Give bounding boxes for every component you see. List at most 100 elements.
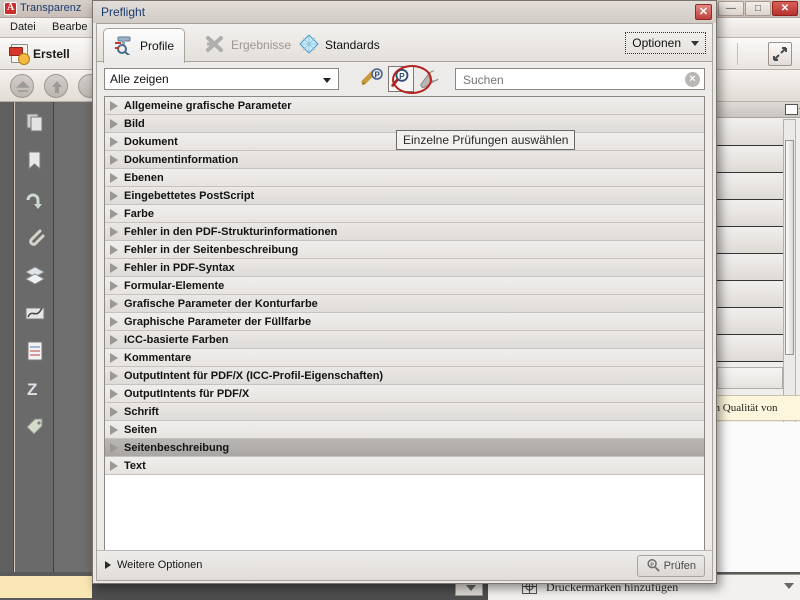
list-item[interactable]: [717, 308, 783, 335]
svg-text:P: P: [375, 71, 381, 80]
expand-triangle-icon[interactable]: [110, 137, 118, 147]
list-item[interactable]: [717, 254, 783, 281]
profile-list-row[interactable]: Text: [105, 457, 704, 475]
expand-triangle-icon[interactable]: [110, 317, 118, 327]
dialog-title-bar[interactable]: Preflight ✕: [93, 1, 716, 23]
close-glyph: ✕: [773, 3, 797, 15]
more-options-toggle[interactable]: Weitere Optionen: [105, 559, 202, 571]
tab-standards[interactable]: Standards: [289, 28, 390, 62]
profile-wrench-magnifier-icon: [114, 35, 134, 58]
previous-page-button[interactable]: [44, 74, 68, 98]
profile-list-row-label: ICC-basierte Farben: [124, 334, 229, 346]
list-item-extra[interactable]: [717, 367, 783, 389]
options-button-label: Optionen: [632, 36, 681, 50]
scrollbar-thumb[interactable]: [785, 140, 794, 355]
profile-list-row-label: Formular-Elemente: [124, 280, 224, 292]
list-item[interactable]: [717, 119, 783, 146]
profile-list-row[interactable]: Fehler in den PDF-Strukturinformationen: [105, 223, 704, 241]
search-box[interactable]: ×: [455, 68, 705, 90]
expand-triangle-icon[interactable]: [110, 407, 118, 417]
expand-triangle-icon[interactable]: [110, 371, 118, 381]
expand-triangle-icon[interactable]: [110, 461, 118, 471]
profile-list-row[interactable]: Schrift: [105, 403, 704, 421]
profile-list-row[interactable]: ICC-basierte Farben: [105, 331, 704, 349]
expand-triangle-icon[interactable]: [110, 443, 118, 453]
undo-arrow-icon[interactable]: [24, 188, 46, 210]
clear-circle-icon[interactable]: ×: [685, 72, 700, 87]
profile-list[interactable]: Allgemeine grafische ParameterBildDokume…: [104, 96, 705, 551]
signature-icon[interactable]: [24, 302, 46, 324]
profile-list-row[interactable]: Eingebettetes PostScript: [105, 187, 704, 205]
profile-list-row-label: Kommentare: [124, 352, 191, 364]
profile-list-row-label: Seiten: [124, 424, 157, 436]
minimize-button[interactable]: —: [718, 1, 744, 16]
tab-profile[interactable]: Profile: [103, 28, 185, 63]
expand-triangle-icon[interactable]: [110, 191, 118, 201]
edit-profile-icon[interactable]: P: [359, 66, 385, 92]
layers-icon[interactable]: [24, 264, 46, 286]
profile-list-row[interactable]: Fehler in der Seitenbeschreibung: [105, 241, 704, 259]
expand-triangle-icon[interactable]: [110, 281, 118, 291]
expand-triangle-icon[interactable]: [110, 101, 118, 111]
expand-triangle-icon[interactable]: [110, 119, 118, 129]
profile-list-row[interactable]: Farbe: [105, 205, 704, 223]
dialog-close-button[interactable]: ✕: [695, 4, 712, 20]
expand-triangle-icon[interactable]: [110, 335, 118, 345]
profile-list-row[interactable]: Graphische Parameter der Füllfarbe: [105, 313, 704, 331]
expand-triangle-icon[interactable]: [110, 353, 118, 363]
app-window-title: Transparenz: [20, 2, 81, 14]
menu-datei[interactable]: Datei: [10, 21, 36, 33]
list-item[interactable]: [717, 281, 783, 308]
first-page-button[interactable]: [10, 74, 34, 98]
close-button[interactable]: ✕: [772, 1, 798, 16]
profile-list-row[interactable]: Seitenbeschreibung: [105, 439, 704, 457]
profile-list-row[interactable]: Formular-Elemente: [105, 277, 704, 295]
tab-ergebnisse[interactable]: Ergebnisse: [195, 28, 301, 62]
profile-list-row[interactable]: OutputIntent für PDF/X (ICC-Profil-Eigen…: [105, 367, 704, 385]
chevron-down-icon[interactable]: [784, 583, 794, 589]
page-thumbnails-icon[interactable]: [24, 112, 46, 134]
profile-list-row[interactable]: Allgemeine grafische Parameter: [105, 97, 704, 115]
attachments-paperclip-icon[interactable]: [24, 226, 46, 248]
profile-list-row[interactable]: Kommentare: [105, 349, 704, 367]
profile-list-row-label: Grafische Parameter der Konturfarbe: [124, 298, 318, 310]
profile-list-row-label: Graphische Parameter der Füllfarbe: [124, 316, 311, 328]
zoom-reflow-icon[interactable]: Z: [24, 378, 46, 400]
list-item[interactable]: [717, 227, 783, 254]
list-item[interactable]: [717, 146, 783, 173]
expand-triangle-icon[interactable]: [110, 245, 118, 255]
expand-triangle-icon[interactable]: [110, 155, 118, 165]
expand-triangle-icon[interactable]: [110, 173, 118, 183]
acrobat-icon: [4, 2, 17, 15]
expand-triangle-icon[interactable]: [110, 209, 118, 219]
expand-triangle-icon[interactable]: [110, 389, 118, 399]
expand-triangle-icon[interactable]: [110, 263, 118, 273]
expand-triangle-icon[interactable]: [110, 425, 118, 435]
bookmarks-icon[interactable]: [24, 150, 46, 172]
expand-triangle-icon[interactable]: [110, 299, 118, 309]
maximize-button[interactable]: □: [745, 1, 771, 16]
panel-header: [703, 102, 800, 118]
maximize-glyph: □: [746, 3, 770, 15]
panel-menu-icon[interactable]: [785, 104, 798, 115]
tags-icon[interactable]: [24, 416, 46, 438]
profile-list-row[interactable]: OutputIntents für PDF/X: [105, 385, 704, 403]
menu-bearbeiten[interactable]: Bearbe: [52, 21, 87, 33]
profile-list-row[interactable]: Ebenen: [105, 169, 704, 187]
create-button[interactable]: Erstell: [6, 41, 79, 66]
list-item[interactable]: [717, 335, 783, 362]
options-button[interactable]: Optionen: [625, 32, 706, 54]
check-button[interactable]: P Prüfen: [637, 555, 705, 577]
search-input[interactable]: [461, 71, 676, 88]
expand-panel-button[interactable]: [768, 42, 792, 66]
expand-triangle-icon[interactable]: [110, 227, 118, 237]
left-rail: [0, 102, 14, 600]
profile-list-row[interactable]: Fehler in PDF-Syntax: [105, 259, 704, 277]
profile-list-row[interactable]: Grafische Parameter der Konturfarbe: [105, 295, 704, 313]
profile-list-row[interactable]: Dokumentinformation: [105, 151, 704, 169]
article-icon[interactable]: [24, 340, 46, 362]
list-item[interactable]: [717, 173, 783, 200]
list-item[interactable]: [717, 200, 783, 227]
filter-dropdown[interactable]: Alle zeigen: [104, 68, 339, 90]
profile-list-row[interactable]: Seiten: [105, 421, 704, 439]
